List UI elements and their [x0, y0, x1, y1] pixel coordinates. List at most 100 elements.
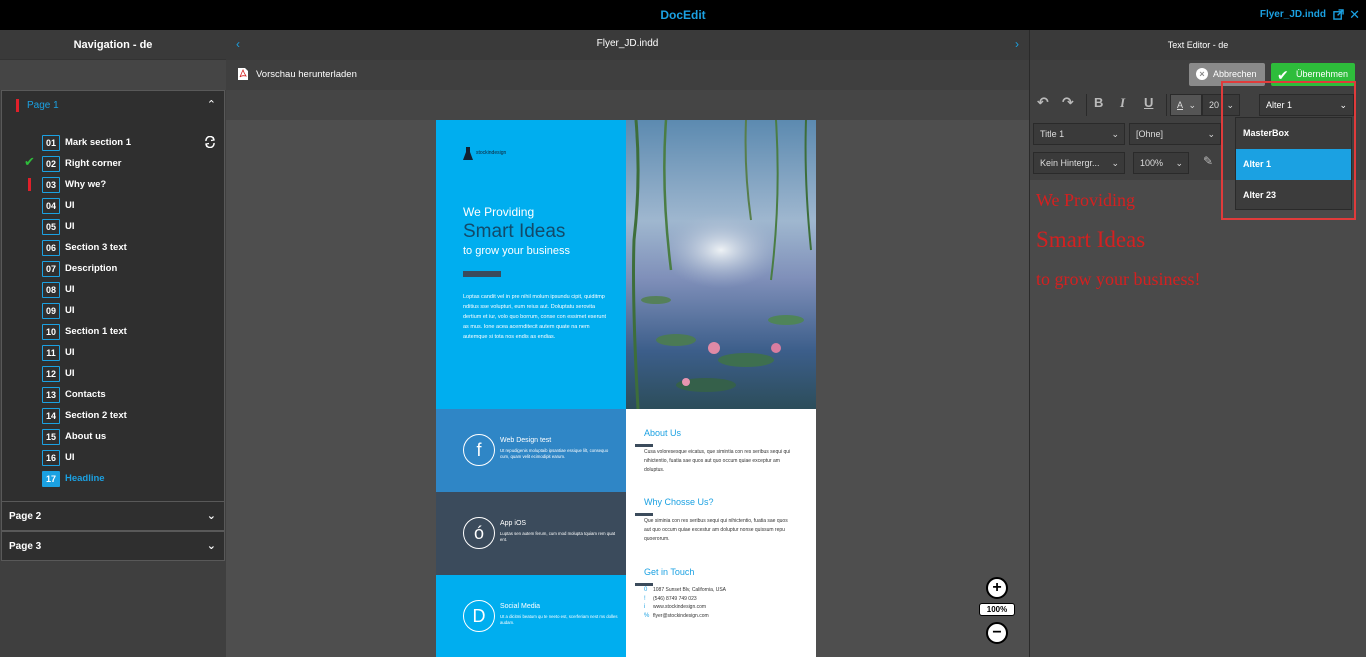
page-2-header[interactable]: Page 2 ⌄ — [1, 501, 225, 531]
underline-icon[interactable]: U — [1144, 95, 1153, 110]
service-block[interactable]: D Social Media Ut a dicitmi beatum qu te n… — [436, 575, 626, 657]
nav-item[interactable]: 12 UI — [2, 364, 224, 385]
contact-text: flyer@stockindesign.com — [653, 612, 709, 619]
zoom-select[interactable]: 100% ⌄ — [1133, 152, 1189, 174]
divider-bar — [635, 444, 653, 447]
contact-icon: ! — [644, 595, 646, 602]
nav-item-number: 01 — [42, 135, 60, 151]
nav-item[interactable]: 04 UI — [2, 196, 224, 217]
page-3-header[interactable]: Page 3 ⌄ — [1, 531, 225, 561]
chevron-down-icon: ⌄ — [1111, 158, 1119, 168]
page-1-label: Page 1 — [27, 100, 59, 111]
italic-icon[interactable]: I — [1120, 95, 1125, 111]
chevron-up-icon[interactable]: ⌃ — [207, 98, 216, 111]
navigation-title: Navigation - de — [0, 30, 226, 60]
zoom-out-button[interactable]: − — [986, 622, 1008, 644]
editor-content[interactable]: We Providing Smart Ideas to grow your bu… — [1036, 190, 1201, 290]
service-block[interactable]: ó App iOS Luptas sen autem ferum, cum mod … — [436, 492, 626, 575]
nav-item-number: 03 — [42, 177, 60, 193]
contact-line: % flyer@stockindesign.com — [644, 613, 709, 619]
service-icon: f — [463, 434, 495, 466]
nav-item-number: 13 — [42, 387, 60, 403]
download-preview-link[interactable]: Vorschau herunterladen — [256, 69, 357, 80]
nav-item[interactable]: 01 Mark section 1 — [2, 133, 224, 154]
nav-item[interactable]: 05 UI — [2, 217, 224, 238]
headline-panel[interactable]: stockindesign We Providing Smart Ideas t… — [436, 120, 626, 409]
service-icon: D — [463, 600, 495, 632]
editor-line-3: to grow your business! — [1036, 269, 1201, 289]
preview-panel: ‹ Flyer_JD.indd › Vorschau herunterladen… — [226, 30, 1029, 657]
cancel-label: Abbrechen — [1213, 69, 1257, 79]
highlight-box — [1221, 81, 1356, 220]
bold-icon[interactable]: B — [1094, 95, 1103, 110]
nav-item[interactable]: 08 UI — [2, 280, 224, 301]
navigation-panel: Navigation - de Page 1 ⌃ 01 Mark section … — [0, 30, 226, 657]
pdf-icon[interactable] — [238, 68, 248, 80]
text-color-select[interactable]: A ⌄ — [1170, 94, 1202, 116]
alert-marker — [16, 99, 19, 112]
font-size-value: 20 — [1209, 100, 1220, 110]
background-select[interactable]: Kein Hintergr... ⌄ — [1033, 152, 1125, 174]
nav-item-label: Right corner — [65, 158, 122, 169]
contact-icon: % — [644, 612, 650, 619]
app-header: DocEdit Flyer_JD.indd ✕ — [0, 0, 1366, 30]
contact-text: www.stockindesign.com — [653, 604, 707, 610]
nav-item[interactable]: 16 UI — [2, 448, 224, 469]
close-icon[interactable]: ✕ — [1349, 7, 1360, 23]
description-text: Loptas candit vel in pre nihil molum ips… — [463, 294, 607, 340]
nav-item[interactable]: 15 About us — [2, 427, 224, 448]
zoom-in-button[interactable]: + — [986, 577, 1008, 599]
app-title: DocEdit — [660, 8, 706, 22]
undo-icon[interactable]: ↶ — [1037, 94, 1049, 111]
separator — [1086, 94, 1087, 116]
service-block[interactable]: f Web Design test Ut repudigenis moluptaib… — [436, 409, 626, 492]
character-style-select[interactable]: [Ohne] ⌄ — [1129, 123, 1221, 145]
apply-label: Übernehmen — [1296, 69, 1349, 79]
nav-item[interactable]: 13 Contacts — [2, 385, 224, 406]
water-lilies-image — [626, 120, 816, 409]
page-2-label: Page 2 — [9, 511, 42, 522]
chevron-down-icon[interactable]: ⌄ — [207, 539, 216, 552]
nav-item[interactable]: 10 Section 1 text — [2, 322, 224, 343]
nav-item-number: 15 — [42, 429, 60, 445]
nav-item[interactable]: ✔ 02 Right corner — [2, 154, 224, 175]
nav-item[interactable]: 06 Section 3 text — [2, 238, 224, 259]
service-text: Ut a dicitmi beatum qu te neeto est, sce… — [500, 614, 618, 625]
file-name-link[interactable]: Flyer_JD.indd — [1260, 9, 1326, 20]
chevron-down-icon[interactable]: ⌄ — [207, 509, 216, 522]
contact-text: (546) 8749 749 023 — [653, 595, 697, 602]
external-link-icon[interactable] — [1333, 9, 1344, 20]
nav-item[interactable]: 07 Description — [2, 259, 224, 280]
sync-icon[interactable] — [204, 136, 216, 148]
prev-page-icon[interactable]: ‹ — [236, 30, 240, 58]
background-value: Kein Hintergr... — [1040, 158, 1100, 168]
nav-item-number: 12 — [42, 366, 60, 382]
nav-item-label: Section 2 text — [65, 410, 127, 421]
nav-item-label: Why we? — [65, 179, 107, 190]
nav-item-number: 08 — [42, 282, 60, 298]
nav-item[interactable]: 17 Headline — [2, 469, 224, 490]
nav-item-label: UI — [65, 305, 75, 316]
about-heading: About Us — [644, 428, 682, 438]
nav-item[interactable]: 03 Why we? — [2, 175, 224, 196]
divider-bar — [463, 271, 501, 277]
nav-item[interactable]: 14 Section 2 text — [2, 406, 224, 427]
page-1-header[interactable]: Page 1 ⌃ — [2, 91, 224, 121]
nav-item-label: Section 3 text — [65, 242, 127, 253]
touch-heading: Get in Touch — [644, 567, 695, 577]
nav-item[interactable]: 11 UI — [2, 343, 224, 364]
alert-marker — [28, 178, 31, 191]
cancel-icon: × — [1196, 68, 1208, 80]
chevron-down-icon: ⌄ — [1207, 129, 1215, 139]
nav-item-number: 04 — [42, 198, 60, 214]
preview-title: Flyer_JD.indd — [596, 38, 659, 49]
divider-bar — [635, 513, 653, 516]
redo-icon[interactable]: ↷ — [1062, 94, 1074, 111]
page-1-section: Page 1 ⌃ 01 Mark section 1 ✔ 02 Right corner… — [1, 90, 225, 529]
pencil-icon[interactable]: ✎ — [1203, 154, 1213, 168]
next-page-icon[interactable]: › — [1015, 30, 1019, 58]
nav-item[interactable]: 09 UI — [2, 301, 224, 322]
nav-item-label: About us — [65, 431, 107, 442]
paragraph-style-select[interactable]: Title 1 ⌄ — [1033, 123, 1125, 145]
text-editor-title: Text Editor - de — [1030, 30, 1366, 60]
